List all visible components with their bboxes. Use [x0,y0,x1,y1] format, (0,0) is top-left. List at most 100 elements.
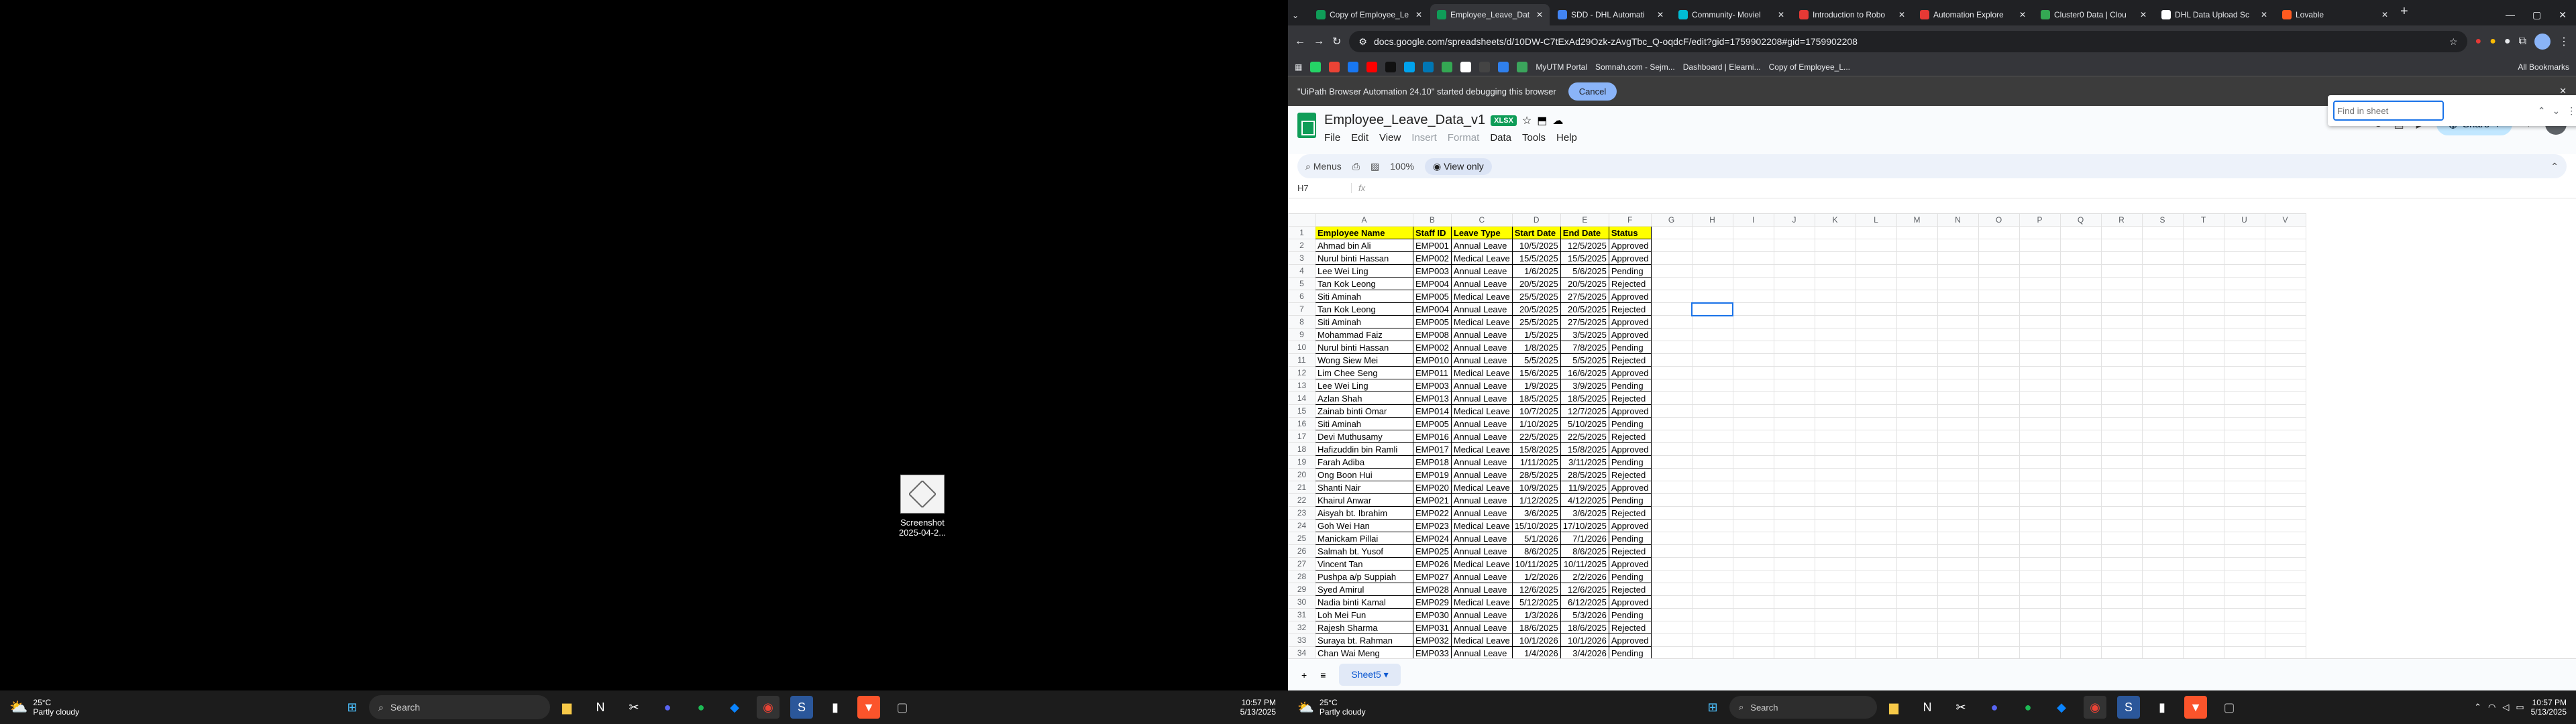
empty-cell[interactable] [1978,430,2020,443]
empty-cell[interactable] [1814,506,1856,520]
empty-cell[interactable] [1937,557,1979,570]
empty-cell[interactable] [1650,315,1693,328]
extension-icon-2[interactable]: ● [2489,36,2496,48]
empty-cell[interactable] [1773,646,1815,658]
empty-cell[interactable] [1978,481,2020,494]
cell[interactable]: 1/2/2026 [1511,570,1561,583]
empty-cell[interactable] [1896,468,1938,481]
cell[interactable]: Rejected [1608,353,1652,367]
empty-cell[interactable] [1732,366,1774,379]
empty-cell[interactable] [1773,251,1815,265]
whatsapp-bookmark-icon[interactable] [1310,61,1322,72]
empty-cell[interactable] [1650,391,1693,405]
cell[interactable]: Rejected [1608,544,1652,558]
empty-cell[interactable] [2264,251,2306,265]
youtube-bookmark-icon[interactable] [1366,61,1378,72]
select-all-corner[interactable] [1288,213,1316,227]
empty-cell[interactable] [1732,277,1774,290]
empty-cell[interactable] [1814,455,1856,469]
empty-cell[interactable] [2059,481,2102,494]
snipping-tool-icon[interactable]: ✂ [623,696,645,719]
empty-cell[interactable] [2019,430,2061,443]
empty-cell[interactable] [1937,506,1979,520]
address-bar[interactable]: ⚙ docs.google.com/spreadsheets/d/10DW-C7… [1349,31,2467,52]
empty-cell[interactable] [1896,557,1938,570]
empty-cell[interactable] [1937,315,1979,328]
empty-cell[interactable] [1773,341,1815,354]
empty-cell[interactable] [1855,226,1897,239]
cell[interactable]: EMP028 [1413,583,1452,596]
empty-cell[interactable] [1691,353,1733,367]
empty-cell[interactable] [2182,328,2224,341]
empty-cell[interactable] [1937,532,1979,545]
cell[interactable]: 20/5/2025 [1511,277,1561,290]
empty-cell[interactable] [1650,583,1693,596]
empty-cell[interactable] [1978,239,2020,252]
empty-cell[interactable] [1814,328,1856,341]
cell[interactable]: 11/9/2025 [1560,481,1609,494]
empty-cell[interactable] [2182,544,2224,558]
empty-cell[interactable] [2223,404,2265,418]
cell[interactable]: Approved [1608,239,1652,252]
cell[interactable]: Medical Leave [1450,290,1513,303]
cell[interactable]: Annual Leave [1450,646,1513,658]
empty-cell[interactable] [1937,455,1979,469]
browser-tab[interactable]: Cluster0 Data | Clou ✕ [2034,4,2153,25]
extension-icon-1[interactable]: ● [2475,36,2482,48]
empty-cell[interactable] [2264,544,2306,558]
empty-cell[interactable] [2141,290,2184,303]
empty-cell[interactable] [2141,328,2184,341]
empty-cell[interactable] [2141,302,2184,316]
empty-cell[interactable] [2141,519,2184,532]
empty-cell[interactable] [2264,634,2306,647]
empty-cell[interactable] [1896,621,1938,634]
empty-cell[interactable] [2059,532,2102,545]
cell[interactable]: 1/4/2026 [1511,646,1561,658]
empty-cell[interactable] [2264,290,2306,303]
file-explorer-icon-2[interactable]: ▆ [1882,696,1905,719]
empty-cell[interactable] [1650,570,1693,583]
empty-cell[interactable] [2223,646,2265,658]
sheet-tab-sheet5[interactable]: Sheet5 ▾ [1339,664,1401,686]
empty-cell[interactable] [2223,493,2265,507]
cell[interactable]: 5/5/2025 [1511,353,1561,367]
empty-cell[interactable] [2182,493,2224,507]
column-header[interactable]: Q [2059,213,2102,227]
empty-cell[interactable] [1773,634,1815,647]
column-header[interactable]: N [1937,213,1979,227]
empty-cell[interactable] [1650,226,1693,239]
empty-cell[interactable] [1814,519,1856,532]
chrome-icon[interactable]: ◉ [757,696,780,719]
menu-edit[interactable]: Edit [1351,132,1368,143]
empty-cell[interactable] [1855,468,1897,481]
extensions-puzzle-icon[interactable]: ⧉ [2519,36,2526,48]
empty-cell[interactable] [1691,366,1733,379]
empty-cell[interactable] [1814,493,1856,507]
menu-insert[interactable]: Insert [1411,132,1437,143]
empty-cell[interactable] [1937,391,1979,405]
empty-cell[interactable] [1650,544,1693,558]
menu-view[interactable]: View [1379,132,1401,143]
empty-cell[interactable] [1732,570,1774,583]
cell[interactable]: Pushpa a/p Suppiah [1315,570,1413,583]
empty-cell[interactable] [1896,570,1938,583]
cell[interactable]: 5/10/2025 [1560,417,1609,430]
empty-cell[interactable] [2059,239,2102,252]
empty-cell[interactable] [1650,404,1693,418]
empty-cell[interactable] [1978,621,2020,634]
empty-cell[interactable] [2264,366,2306,379]
cell[interactable]: Annual Leave [1450,506,1513,520]
cell[interactable]: EMP004 [1413,277,1452,290]
cell[interactable]: Leave Type [1450,226,1513,239]
empty-cell[interactable] [2182,608,2224,621]
empty-cell[interactable] [2141,557,2184,570]
empty-cell[interactable] [1691,570,1733,583]
empty-cell[interactable] [2264,404,2306,418]
empty-cell[interactable] [1814,417,1856,430]
cell[interactable]: Annual Leave [1450,353,1513,367]
empty-cell[interactable] [1773,430,1815,443]
empty-cell[interactable] [1978,251,2020,265]
cell[interactable]: Salmah bt. Yusof [1315,544,1413,558]
empty-cell[interactable] [1773,532,1815,545]
empty-cell[interactable] [1978,468,2020,481]
